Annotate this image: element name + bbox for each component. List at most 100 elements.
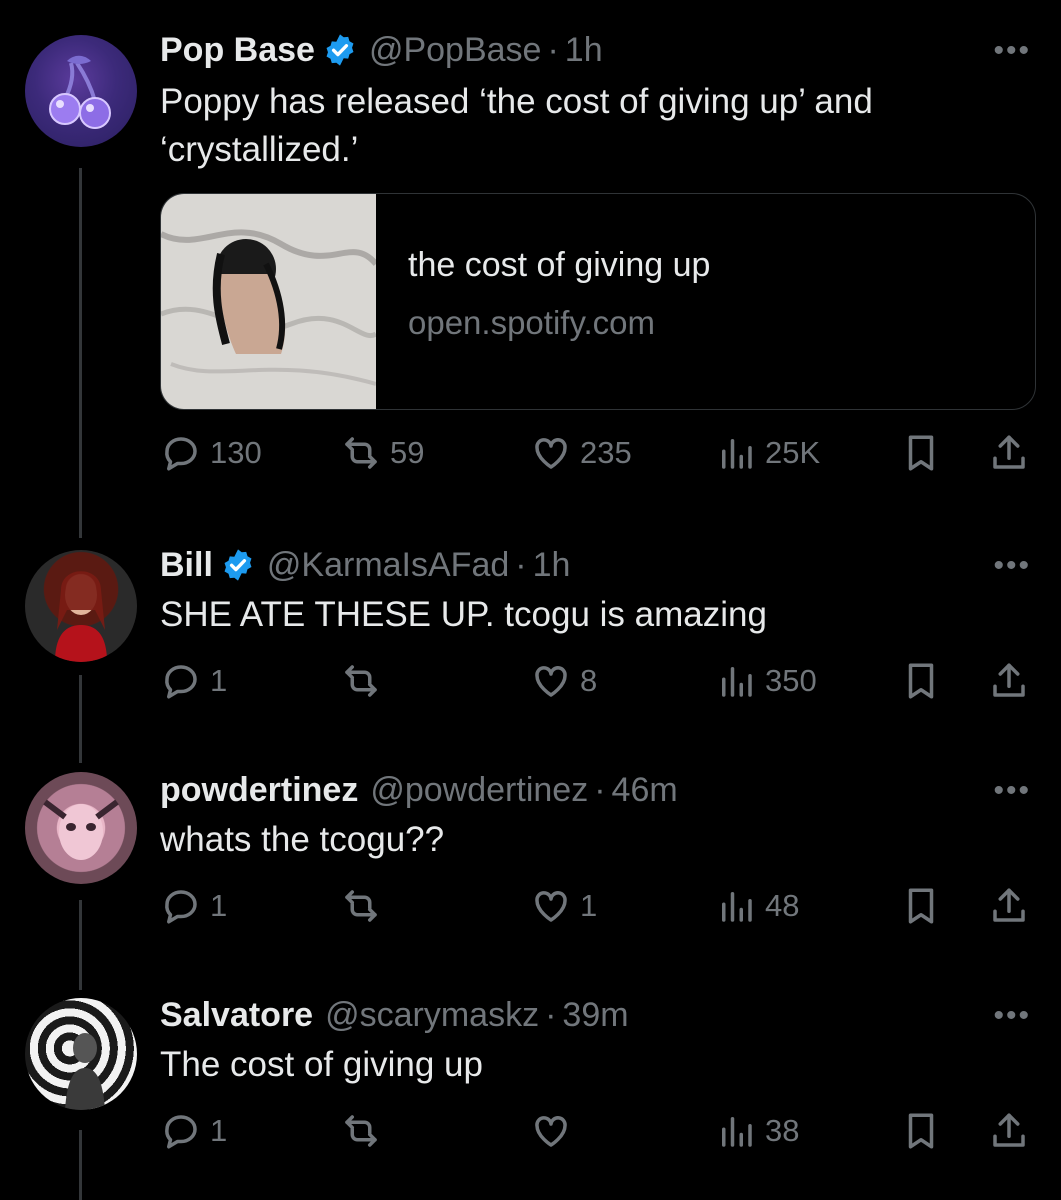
repost-button[interactable] [340, 1110, 390, 1152]
action-bar: 130 59 235 25K [160, 432, 1040, 480]
reply-button[interactable]: 1 [160, 660, 227, 702]
reply-count: 1 [210, 888, 228, 923]
card-thumbnail [161, 194, 376, 409]
bookmark-icon [900, 660, 942, 702]
tweet-text: SHE ATE THESE UP. tcogu is amazing [160, 595, 767, 634]
share-icon [988, 660, 1030, 702]
tweet-text: The cost of giving up [160, 1045, 483, 1084]
display-name[interactable]: Salvatore [160, 996, 313, 1035]
like-button[interactable]: 1 [530, 885, 597, 927]
handle[interactable]: @KarmaIsAFad [267, 546, 509, 585]
handle[interactable]: @PopBase [369, 31, 542, 70]
more-icon[interactable]: ••• [993, 774, 1031, 808]
verified-icon [221, 548, 255, 582]
views-icon [715, 660, 757, 702]
reply-count: 1 [210, 1113, 228, 1148]
like-icon [530, 1110, 572, 1152]
avatar[interactable] [25, 998, 137, 1110]
more-icon[interactable]: ••• [993, 34, 1031, 68]
bookmark-button[interactable] [900, 1110, 942, 1152]
separator: · [515, 545, 527, 584]
like-icon [530, 660, 572, 702]
like-button[interactable]: 235 [530, 432, 632, 474]
avatar-image [43, 799, 119, 860]
bookmark-button[interactable] [900, 660, 942, 702]
repost-icon [340, 660, 382, 702]
tweet-text: Poppy has released ‘the cost of giving u… [160, 82, 873, 169]
reply-button[interactable]: 130 [160, 432, 262, 474]
tweet[interactable]: Bill @KarmaIsAFad · 1h ••• SHE ATE THESE… [0, 545, 1061, 735]
share-button[interactable] [988, 660, 1030, 702]
repost-button[interactable]: 59 [340, 432, 424, 474]
bookmark-button[interactable] [900, 885, 942, 927]
card-domain: open.spotify.com [408, 304, 656, 341]
share-button[interactable] [988, 1110, 1030, 1152]
card-title: the cost of giving up [408, 246, 711, 284]
views-count: 25K [765, 435, 821, 470]
share-icon [988, 1110, 1030, 1152]
views-button[interactable]: 38 [715, 1110, 799, 1152]
views-icon [715, 885, 757, 927]
like-count: 8 [580, 663, 598, 698]
timestamp[interactable]: 1h [533, 546, 571, 585]
reply-button[interactable]: 1 [160, 1110, 227, 1152]
like-icon [530, 885, 572, 927]
tweet[interactable]: powdertinez @powdertinez · 46m ••• whats… [0, 770, 1061, 960]
reply-count: 1 [210, 663, 228, 698]
views-count: 38 [765, 1113, 800, 1148]
views-count: 48 [765, 888, 800, 923]
repost-count: 59 [390, 435, 425, 470]
avatar[interactable] [25, 550, 137, 662]
like-button[interactable]: 8 [530, 660, 597, 702]
reply-icon [160, 660, 202, 702]
repost-icon [340, 432, 382, 474]
bookmark-icon [900, 432, 942, 474]
action-bar: 1 38 [160, 1110, 1040, 1158]
display-name[interactable]: powdertinez [160, 771, 358, 810]
avatar[interactable] [25, 35, 137, 147]
separator: · [545, 995, 557, 1034]
views-button[interactable]: 350 [715, 660, 817, 702]
share-button[interactable] [988, 432, 1030, 474]
share-icon [988, 432, 1030, 474]
bookmark-icon [900, 1110, 942, 1152]
share-button[interactable] [988, 885, 1030, 927]
tweet-header: powdertinez @powdertinez · 46m ••• [160, 770, 1031, 810]
tweet[interactable]: Salvatore @scarymaskz · 39m ••• The cost… [0, 995, 1061, 1185]
display-name[interactable]: Bill [160, 546, 213, 585]
views-button[interactable]: 48 [715, 885, 799, 927]
bookmark-button[interactable] [900, 432, 942, 474]
avatar-image [55, 571, 107, 662]
views-count: 350 [765, 663, 817, 698]
timestamp[interactable]: 1h [565, 31, 603, 70]
tweet-header: Pop Base @PopBase · 1h ••• [160, 30, 1031, 70]
avatar[interactable] [25, 772, 137, 884]
share-icon [988, 885, 1030, 927]
timestamp[interactable]: 46m [612, 771, 678, 810]
avatar-image [65, 1033, 105, 1110]
reply-count: 130 [210, 435, 262, 470]
more-icon[interactable]: ••• [993, 999, 1031, 1033]
reply-button[interactable]: 1 [160, 885, 227, 927]
more-icon[interactable]: ••• [993, 549, 1031, 583]
reply-icon [160, 885, 202, 927]
repost-icon [340, 1110, 382, 1152]
like-count: 235 [580, 435, 632, 470]
display-name[interactable]: Pop Base [160, 31, 315, 70]
link-card[interactable]: the cost of giving up open.spotify.com [160, 193, 1036, 410]
timestamp[interactable]: 39m [562, 996, 628, 1035]
handle[interactable]: @powdertinez [370, 771, 588, 810]
separator: · [547, 30, 559, 69]
views-button[interactable]: 25K [715, 432, 820, 474]
repost-button[interactable] [340, 660, 390, 702]
tweet-text: whats the tcogu?? [160, 820, 445, 859]
views-icon [715, 432, 757, 474]
views-icon [715, 1110, 757, 1152]
like-button[interactable] [530, 1110, 580, 1152]
cherry-avatar-icon [49, 55, 111, 129]
tweet-header: Bill @KarmaIsAFad · 1h ••• [160, 545, 1031, 585]
tweet[interactable]: Pop Base @PopBase · 1h ••• Poppy has rel… [0, 30, 1061, 500]
action-bar: 1 8 350 [160, 660, 1040, 708]
handle[interactable]: @scarymaskz [325, 996, 539, 1035]
repost-button[interactable] [340, 885, 390, 927]
